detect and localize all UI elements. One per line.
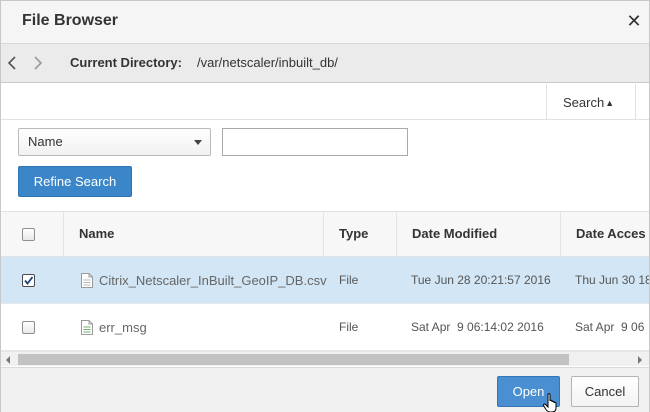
scrollbar-thumb[interactable] xyxy=(18,354,569,365)
search-toggle[interactable]: Search▲ xyxy=(546,84,636,120)
file-icon xyxy=(81,273,93,288)
table-header: Name Type Date Modified Date Acces xyxy=(1,212,649,257)
row-file-type: File xyxy=(339,320,359,334)
table-row[interactable]: Citrix_Netscaler_InBuilt_GeoIP_DB.csv Fi… xyxy=(1,257,649,304)
chevron-down-icon xyxy=(194,140,202,145)
dialog-titlebar: File Browser ✕ xyxy=(1,1,649,44)
chevron-right-icon[interactable] xyxy=(30,53,46,73)
search-field-select[interactable]: Name xyxy=(18,128,211,156)
current-directory-label: Current Directory: xyxy=(70,55,182,70)
file-table: Name Type Date Modified Date Acces Citri… xyxy=(1,211,649,351)
select-all-cell xyxy=(1,212,64,257)
chevron-left-icon[interactable] xyxy=(5,53,21,73)
row-date-accessed: Thu Jun 30 18 xyxy=(575,273,649,287)
caret-up-icon: ▲ xyxy=(605,98,615,108)
column-header-date-modified[interactable]: Date Modified xyxy=(397,212,561,257)
row-date-modified: Sat Apr 9 06:14:02 2016 xyxy=(411,320,544,334)
search-tabstrip: Search▲ xyxy=(1,84,649,120)
search-input[interactable] xyxy=(222,128,408,156)
directory-bar: Current Directory: /var/netscaler/inbuil… xyxy=(1,44,649,83)
search-field-value: Name xyxy=(28,134,63,149)
select-all-checkbox[interactable] xyxy=(22,228,35,241)
row-checkbox[interactable] xyxy=(22,274,35,287)
column-header-name[interactable]: Name xyxy=(64,212,324,257)
current-directory-path: /var/netscaler/inbuilt_db/ xyxy=(197,55,338,70)
column-header-type[interactable]: Type xyxy=(324,212,397,257)
row-file-name: Citrix_Netscaler_InBuilt_GeoIP_DB.csv xyxy=(99,273,327,288)
file-browser-dialog: File Browser ✕ Current Directory: /var/n… xyxy=(0,0,650,412)
row-file-type: File xyxy=(339,273,359,287)
column-header-date-accessed[interactable]: Date Acces xyxy=(561,212,649,257)
scroll-right-icon[interactable] xyxy=(638,356,642,364)
table-row[interactable]: err_msg File Sat Apr 9 06:14:02 2016 Sat… xyxy=(1,304,649,351)
row-date-accessed: Sat Apr 9 06 xyxy=(575,320,645,334)
dialog-title: File Browser xyxy=(22,12,119,29)
row-checkbox[interactable] xyxy=(22,321,35,334)
close-icon[interactable]: ✕ xyxy=(625,11,643,31)
search-toggle-label: Search xyxy=(563,95,605,110)
row-file-name: err_msg xyxy=(99,320,147,335)
hand-cursor-icon xyxy=(542,393,557,412)
scroll-left-icon[interactable] xyxy=(6,356,10,364)
horizontal-scrollbar[interactable] xyxy=(1,351,649,366)
cancel-button[interactable]: Cancel xyxy=(571,376,639,407)
file-icon xyxy=(81,320,93,335)
row-date-modified: Tue Jun 28 20:21:57 2016 xyxy=(411,273,551,287)
refine-search-button[interactable]: Refine Search xyxy=(18,166,132,197)
